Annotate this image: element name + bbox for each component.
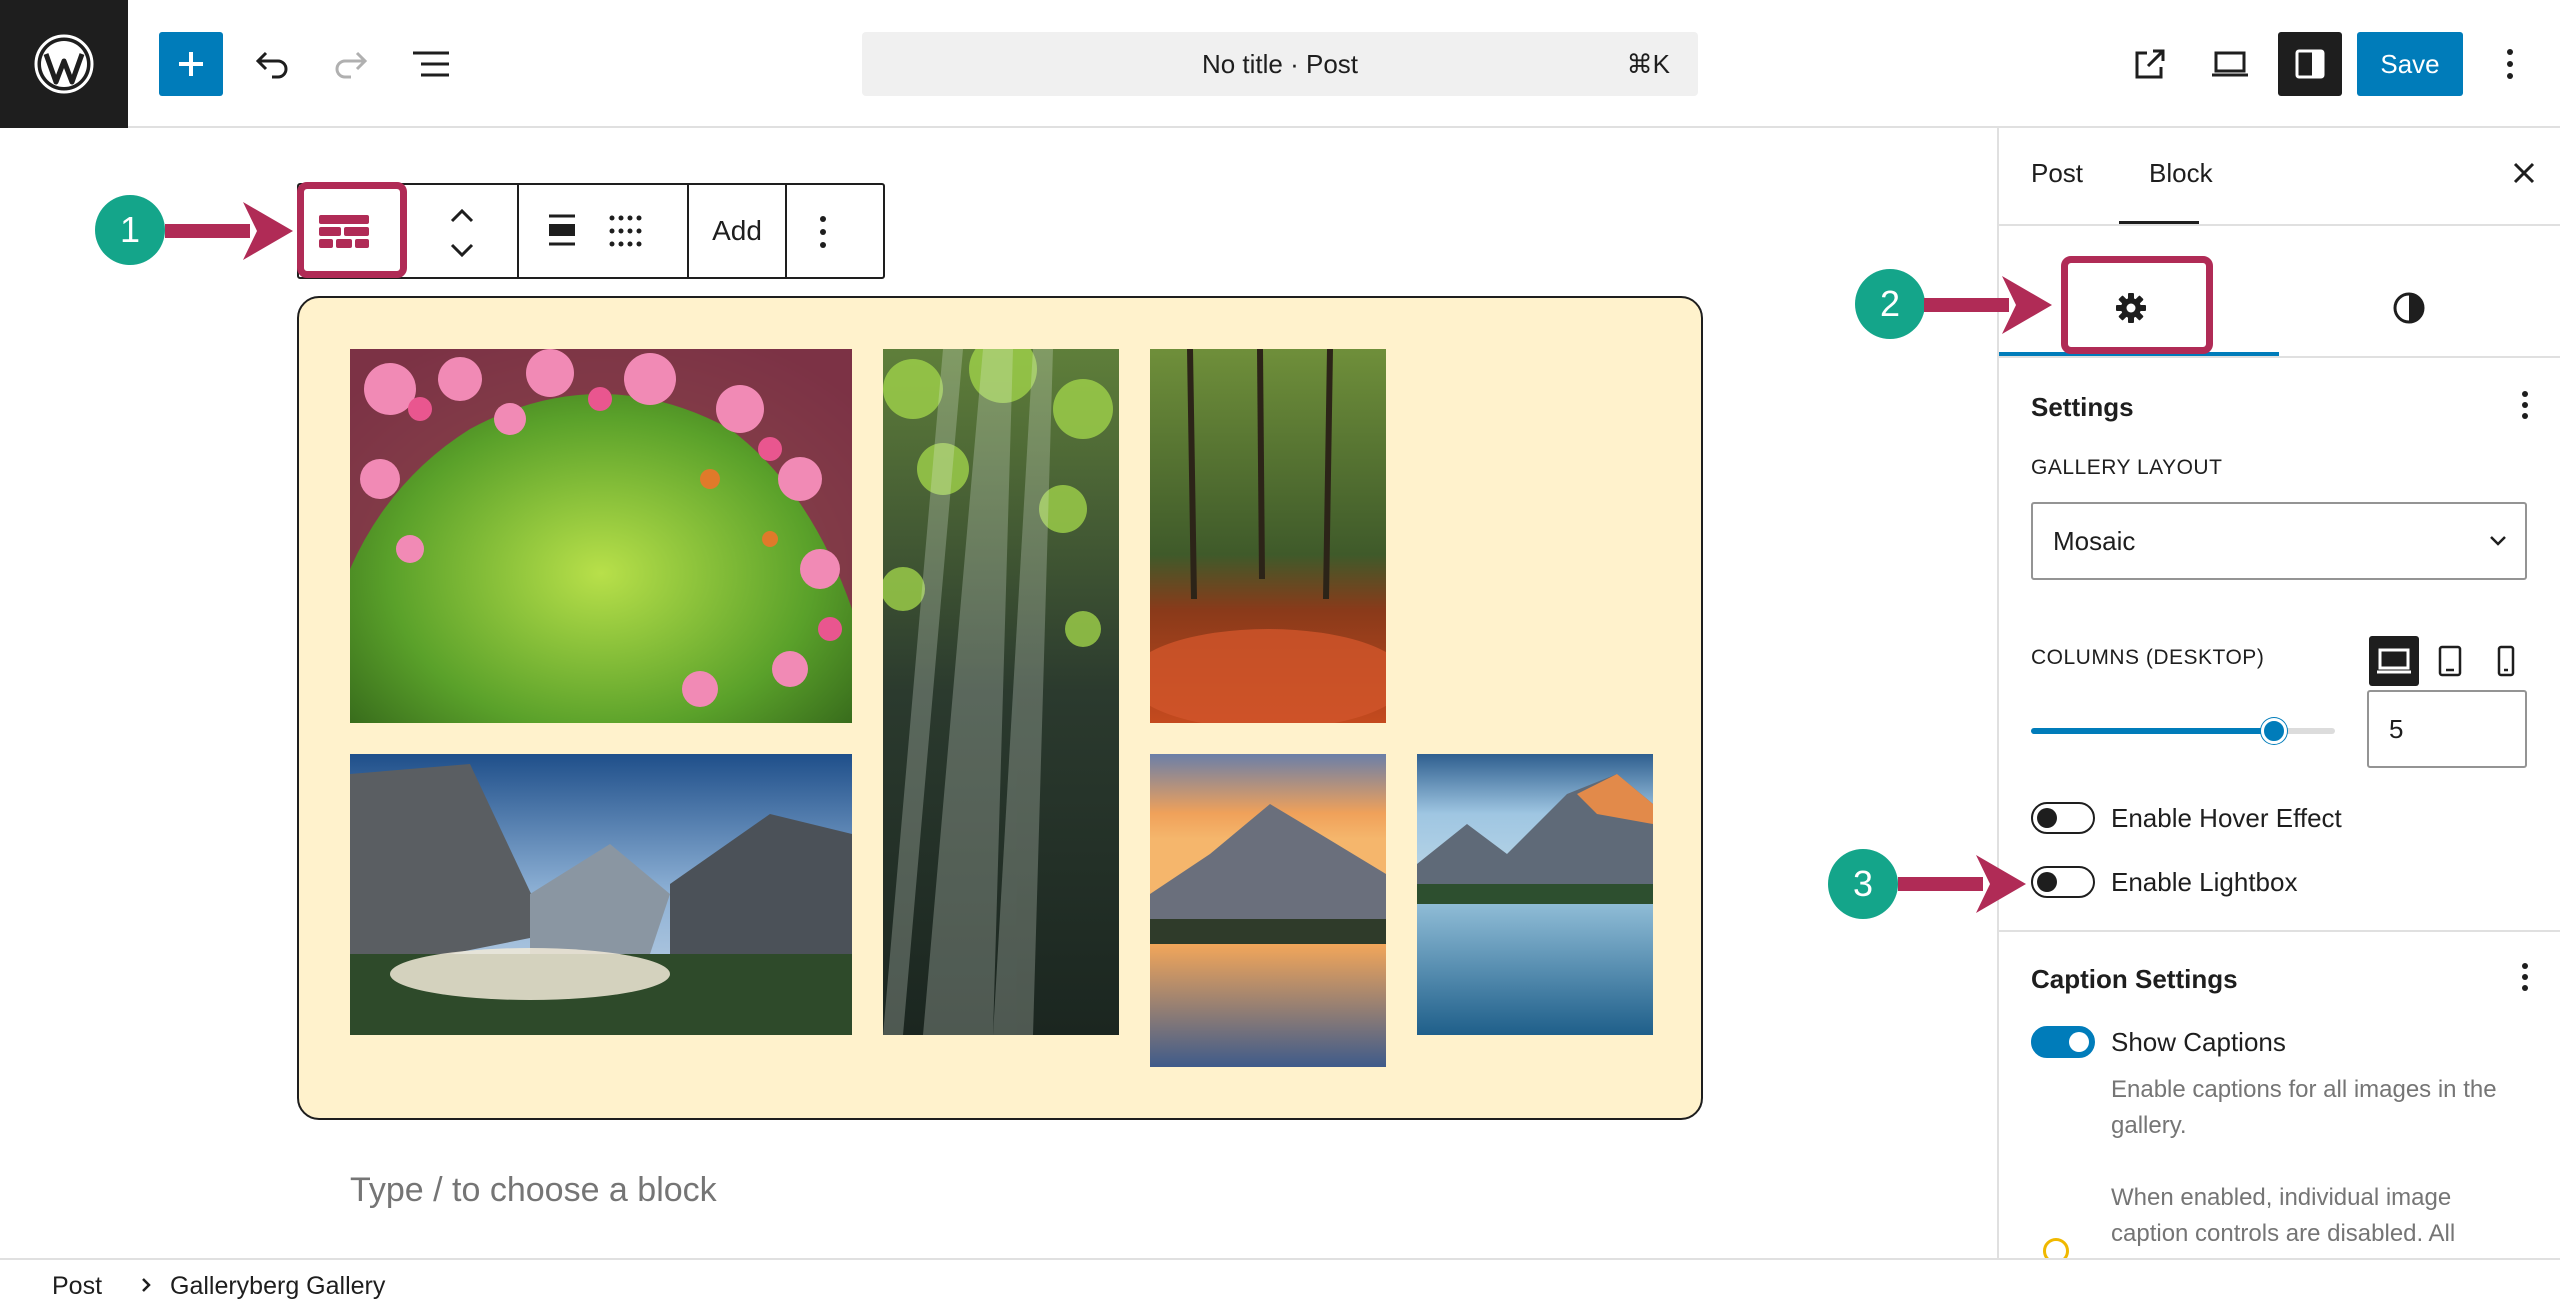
columns-slider-thumb[interactable] <box>2261 718 2288 744</box>
arrow-1-icon <box>165 202 293 260</box>
tab-block[interactable]: Block <box>2149 158 2213 189</box>
lightbox-toggle[interactable] <box>2031 866 2095 898</box>
save-button[interactable]: Save <box>2357 32 2463 96</box>
settings-sidebar-toggle[interactable] <box>2278 32 2342 96</box>
view-post-button[interactable] <box>2118 32 2182 96</box>
arrow-2-icon <box>1924 276 2052 334</box>
list-view-icon <box>413 51 449 77</box>
undo-icon <box>255 51 288 79</box>
add-block-button[interactable] <box>159 32 223 96</box>
mobile-icon <box>2497 645 2515 677</box>
more-vertical-icon <box>2522 391 2528 419</box>
breadcrumb-post[interactable]: Post <box>52 1272 102 1301</box>
show-captions-toggle[interactable] <box>2031 1026 2095 1058</box>
close-sidebar-button[interactable] <box>2509 158 2543 192</box>
preview-button[interactable] <box>2198 32 2262 96</box>
divider <box>1999 224 2560 226</box>
command-palette-bar[interactable]: No title · Post ⌘K <box>862 32 1698 96</box>
highlight-block-type <box>297 182 407 278</box>
redo-button[interactable] <box>319 32 383 96</box>
show-captions-help: Enable captions for all images in the ga… <box>2111 1076 2497 1139</box>
document-title: No title · Post <box>1201 49 1359 79</box>
columns-slider-fill <box>2031 728 2275 734</box>
more-vertical-icon <box>820 216 826 248</box>
lightbox-label: Enable Lightbox <box>2111 867 2298 897</box>
tab-post[interactable]: Post <box>2031 158 2083 189</box>
chevron-up-down-icon <box>450 208 474 258</box>
more-vertical-icon <box>2522 963 2528 991</box>
highlight-settings-tab <box>2061 256 2213 354</box>
caption-settings-title: Caption Settings <box>2031 964 2238 994</box>
device-mobile-button[interactable] <box>2481 636 2531 686</box>
desktop-icon <box>2212 51 2248 77</box>
gallery-layout-label: GALLERY LAYOUT <box>2031 456 2223 479</box>
close-icon <box>2513 162 2535 184</box>
top-toolbar: No title · Post ⌘K Save <box>0 0 2560 128</box>
more-vertical-icon <box>2507 49 2513 79</box>
columns-value: 5 <box>2389 714 2404 744</box>
settings-panel-title: Settings <box>2031 392 2134 422</box>
columns-label: COLUMNS (DESKTOP) <box>2031 646 2265 669</box>
plus-icon <box>179 52 203 76</box>
tablet-icon <box>2438 645 2462 677</box>
toolbar-divider <box>785 185 787 277</box>
gallery-image-blossoms[interactable] <box>350 349 852 723</box>
sidebar-icon <box>2295 49 2325 79</box>
document-overview-button[interactable] <box>399 32 463 96</box>
hover-effect-toggle[interactable] <box>2031 802 2095 834</box>
gallery-layout-select[interactable]: Mosaic <box>2031 502 2527 580</box>
options-menu-button[interactable] <box>2490 32 2530 96</box>
callout-1: 1 <box>95 195 165 265</box>
breadcrumb-gallery[interactable]: Galleryberg Gallery <box>170 1272 385 1301</box>
columns-number-input[interactable]: 5 <box>2367 690 2527 768</box>
breadcrumb: Post Galleryberg Gallery <box>0 1258 2560 1308</box>
columns-slider-track[interactable] <box>2031 718 2335 744</box>
contrast-icon <box>2393 292 2425 324</box>
grid-dots-icon <box>609 215 642 247</box>
desktop-icon <box>2377 648 2411 674</box>
gallery-block[interactable] <box>297 296 1703 1120</box>
callout-3: 3 <box>1828 849 1898 919</box>
info-circle-icon <box>2043 1238 2069 1258</box>
layout-grid-button[interactable] <box>607 213 647 253</box>
caption-notice-text: When enabled, individual image caption c… <box>2111 1184 2456 1247</box>
add-images-button[interactable]: Add <box>689 185 785 277</box>
undo-button[interactable] <box>240 32 304 96</box>
block-appender-placeholder[interactable]: Type / to choose a block <box>350 1171 717 1210</box>
gallery-layout-value: Mosaic <box>2053 526 2136 556</box>
redo-icon <box>335 51 368 79</box>
divider <box>1999 356 2560 358</box>
chevron-right-icon <box>142 1278 151 1292</box>
block-options-button[interactable] <box>819 209 849 255</box>
move-up-down-button[interactable] <box>447 205 487 261</box>
wordpress-logo-icon[interactable] <box>0 0 128 128</box>
gallery-image-alpine-lake[interactable] <box>1417 754 1653 1035</box>
hover-effect-label: Enable Hover Effect <box>2111 803 2342 833</box>
align-button[interactable] <box>545 213 585 253</box>
callout-2: 2 <box>1855 269 1925 339</box>
settings-panel-options[interactable] <box>2521 390 2541 424</box>
caption-settings-options[interactable] <box>2521 962 2541 996</box>
external-link-icon <box>2135 49 2165 79</box>
command-shortcut: ⌘K <box>1626 49 1670 79</box>
chevron-down-icon <box>2490 536 2506 546</box>
device-tablet-button[interactable] <box>2425 636 2475 686</box>
gallery-image-autumn-forest[interactable] <box>1150 349 1386 723</box>
arrow-3-icon <box>1898 855 2026 913</box>
gallery-image-forest-rays[interactable] <box>883 349 1119 1035</box>
toolbar-divider <box>517 185 519 277</box>
divider <box>1999 930 2560 932</box>
device-desktop-button[interactable] <box>2369 636 2419 686</box>
gallery-image-yosemite[interactable] <box>350 754 852 1035</box>
show-captions-label: Show Captions <box>2111 1027 2286 1057</box>
align-center-icon <box>549 214 575 246</box>
gallery-image-mountain-sunset[interactable] <box>1150 754 1386 1067</box>
tab-styles[interactable] <box>2379 278 2439 338</box>
